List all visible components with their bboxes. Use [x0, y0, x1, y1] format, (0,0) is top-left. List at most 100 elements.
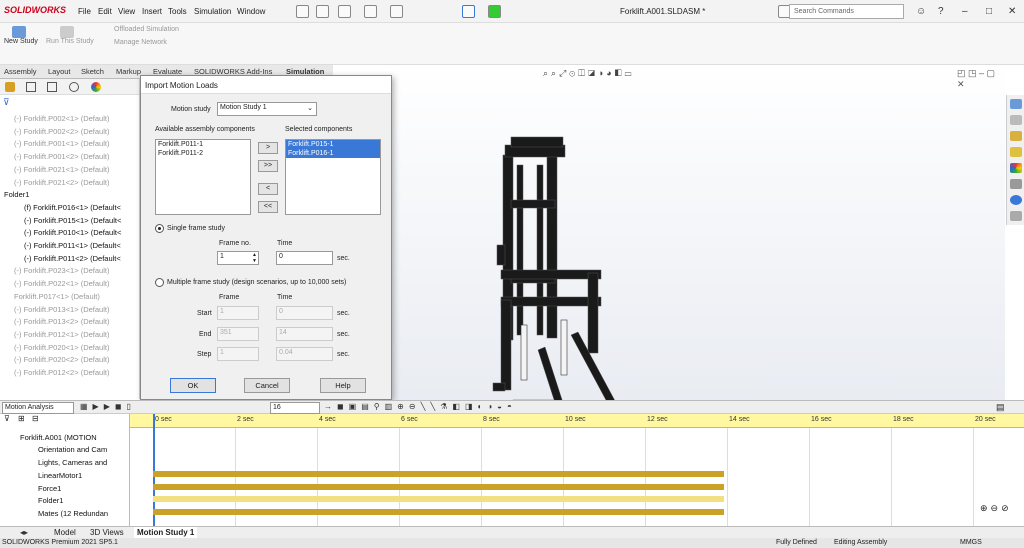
new-study-button[interactable]: New Study	[4, 38, 38, 45]
tab-markup[interactable]: Markup	[116, 67, 141, 76]
units-text[interactable]: MMGS	[960, 539, 982, 546]
home-icon[interactable]	[296, 5, 309, 18]
appearances-icon[interactable]	[1010, 163, 1022, 173]
tree-component-item[interactable]: (-) Forklift.P013<2> (Default)	[14, 317, 109, 326]
tree-component-item[interactable]: (-) Forklift.P012<1> (Default)	[14, 330, 109, 339]
motion-tree-item[interactable]: Force1	[38, 484, 61, 493]
tab-sketch[interactable]: Sketch	[81, 67, 104, 76]
motion-tree-item[interactable]: Folder1	[38, 496, 63, 505]
motion-menu-icon[interactable]: ▤	[996, 402, 1005, 413]
view-palette-icon[interactable]	[1010, 147, 1022, 157]
collapse-icon[interactable]: ⊟	[32, 414, 39, 423]
end-time-input[interactable]: 14	[276, 327, 333, 341]
spinner-icon[interactable]: ▲ ▼	[252, 252, 257, 264]
remove-all-button[interactable]: <<	[258, 201, 278, 213]
motion-tools-icons[interactable]: →◼▣▤⚲▥⊕⊖╲╲⚗◧◨◐◑◒◓	[324, 402, 517, 411]
tree-component-item[interactable]: (f) Forklift.P016<1> (Default<	[24, 203, 121, 212]
home-resources-icon[interactable]	[1010, 99, 1022, 109]
motion-tree-item[interactable]: Orientation and Cam	[38, 445, 107, 454]
user-icon[interactable]: ☺	[916, 6, 926, 17]
step-frame-input[interactable]: 1	[217, 347, 259, 361]
add-button[interactable]: >	[258, 142, 278, 154]
close-icon[interactable]: ✕	[1008, 6, 1016, 17]
step-time-input[interactable]: 0.04	[276, 347, 333, 361]
tree-component-item[interactable]: (-) Forklift.P001<2> (Default)	[14, 152, 109, 161]
expand-icon[interactable]: ⊞	[18, 414, 25, 423]
list-item[interactable]: Forklift.P011-2	[156, 149, 250, 158]
tree-component-item[interactable]: (-) Forklift.P002<2> (Default)	[14, 127, 109, 136]
tree-component-item[interactable]: Forklift.P017<1> (Default)	[14, 292, 100, 301]
restore-viewport-icon[interactable]: ◰ ◳ – ▢ ✕	[957, 68, 1005, 90]
feature-tree-tab-icon[interactable]	[5, 82, 15, 92]
open-icon[interactable]	[338, 5, 351, 18]
notes-icon[interactable]	[1010, 211, 1022, 221]
offloaded-simulation-button[interactable]: Offloaded Simulation	[114, 26, 179, 33]
tree-component-item[interactable]: (-) Forklift.P010<1> (Default<	[24, 228, 121, 237]
timeline-bar[interactable]	[153, 509, 724, 515]
run-study-button[interactable]: Run This Study	[46, 38, 94, 45]
save-icon[interactable]	[364, 5, 377, 18]
motion-timeline[interactable]: 0 sec 2 sec 4 sec 6 sec 8 sec 10 sec 12 sec 14 …	[130, 414, 1024, 526]
zoom-timeline-icons[interactable]: ⊕⊖⊘	[980, 503, 1012, 514]
filter-icon[interactable]: ⊽	[3, 97, 10, 108]
timeline-bar[interactable]	[153, 471, 724, 477]
list-item[interactable]: Forklift.P015-1	[286, 140, 380, 149]
property-manager-icon[interactable]	[26, 82, 36, 92]
playback-speed-select[interactable]: 16	[270, 402, 320, 414]
end-frame-input[interactable]: 351	[217, 327, 259, 341]
ok-button[interactable]: OK	[170, 378, 216, 393]
help-button[interactable]: Help	[320, 378, 366, 393]
graphics-area[interactable]: ⌕⌕⤢⊙◫◪◑◕◧▭ ◰ ◳ – ▢ ✕	[333, 65, 1005, 444]
tree-component-item[interactable]: (-) Forklift.P020<1> (Default)	[14, 343, 109, 352]
rebuild-icon[interactable]	[488, 5, 501, 18]
motion-tree-item[interactable]: Mates (12 Redundan	[38, 509, 108, 518]
tab-3d-views[interactable]: 3D Views	[90, 528, 124, 537]
new-study-icon[interactable]	[12, 26, 26, 38]
tree-component-item[interactable]: (-) Forklift.P013<1> (Default)	[14, 305, 109, 314]
menu-tools[interactable]: Tools	[168, 7, 187, 16]
tab-model[interactable]: Model	[54, 528, 76, 537]
available-components-list[interactable]: Forklift.P011-1 Forklift.P011-2	[155, 139, 251, 215]
playback-controls[interactable]: ▦▶▶◼▯	[80, 402, 136, 411]
tree-folder-item[interactable]: Folder1	[4, 190, 29, 199]
dimxpert-icon[interactable]	[69, 82, 79, 92]
timeline-bar[interactable]	[153, 496, 724, 502]
tree-component-item[interactable]: (-) Forklift.P021<2> (Default)	[14, 178, 109, 187]
start-time-input[interactable]: 0	[276, 306, 333, 320]
tree-component-item[interactable]: (-) Forklift.P002<1> (Default)	[14, 114, 109, 123]
tree-component-item[interactable]: (-) Forklift.P001<1> (Default)	[14, 139, 109, 148]
tab-layout[interactable]: Layout	[48, 67, 71, 76]
tree-component-item[interactable]: (-) Forklift.P021<1> (Default)	[14, 165, 109, 174]
search-commands-input[interactable]: Search Commands	[789, 4, 904, 19]
single-frame-radio[interactable]	[155, 224, 164, 233]
list-item[interactable]: Forklift.P011-1	[156, 140, 250, 149]
maximize-icon[interactable]: □	[986, 6, 992, 17]
cancel-button[interactable]: Cancel	[244, 378, 290, 393]
nav-arrows-icon[interactable]: ◂▸	[20, 528, 28, 537]
menu-insert[interactable]: Insert	[142, 7, 162, 16]
display-manager-icon[interactable]	[91, 82, 101, 92]
tree-component-item[interactable]: (-) Forklift.P023<1> (Default)	[14, 266, 109, 275]
menu-view[interactable]: View	[118, 7, 135, 16]
time-input[interactable]: 0	[276, 251, 333, 265]
help-icon[interactable]: ?	[938, 6, 944, 17]
list-item[interactable]: Forklift.P016-1	[286, 149, 380, 158]
motion-study-select[interactable]: Motion Study 1 ⌄	[217, 102, 317, 116]
frame-no-input[interactable]: 1 ▲ ▼	[217, 251, 259, 265]
menu-simulation[interactable]: Simulation	[194, 7, 231, 16]
tab-motion-study-1[interactable]: Motion Study 1	[134, 527, 198, 538]
selected-components-list[interactable]: Forklift.P015-1 Forklift.P016-1	[285, 139, 381, 215]
file-explorer-icon[interactable]	[1010, 131, 1022, 141]
remove-button[interactable]: <	[258, 183, 278, 195]
tree-component-item[interactable]: (-) Forklift.P022<1> (Default)	[14, 279, 109, 288]
timeline-ruler[interactable]: 0 sec 2 sec 4 sec 6 sec 8 sec 10 sec 12 sec 14 …	[130, 414, 1024, 428]
analysis-type-select[interactable]: Motion Analysis	[2, 402, 74, 414]
custom-properties-icon[interactable]	[1010, 179, 1022, 189]
heads-up-view-toolbar[interactable]: ⌕⌕⤢⊙◫◪◑◕◧▭	[543, 68, 634, 79]
start-frame-input[interactable]: 1	[217, 306, 259, 320]
forum-icon[interactable]	[1010, 195, 1022, 205]
design-library-icon[interactable]	[1010, 115, 1022, 125]
motion-tree-item[interactable]: LinearMotor1	[38, 471, 82, 480]
motion-tree-item[interactable]: Lights, Cameras and	[38, 458, 107, 467]
motion-tree-item[interactable]: Forklift.A001 (MOTION	[20, 433, 97, 442]
